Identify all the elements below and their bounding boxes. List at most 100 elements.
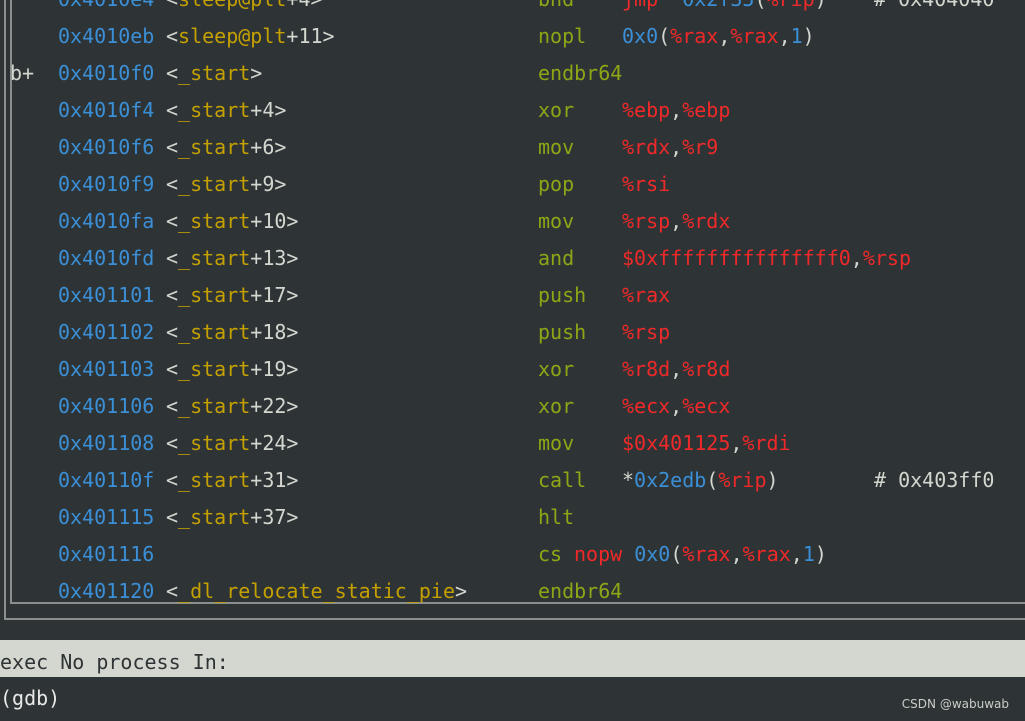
- operands: %rsi: [622, 166, 670, 203]
- symbol-offset: +13: [250, 246, 287, 270]
- symbol-label: <_start+17>: [166, 283, 299, 307]
- symbol-offset: +31: [250, 468, 287, 492]
- asm-row[interactable]: 0x4010f9 <_start+9> pop %rsi: [0, 166, 1025, 203]
- operand-token: [622, 542, 634, 566]
- symbol-label: <_start+9>: [166, 172, 287, 196]
- instruction-address: 0x401120: [58, 579, 155, 603]
- symbol-name: sleep@plt: [178, 0, 286, 11]
- operand-token: %ebp: [682, 98, 731, 122]
- asm-row[interactable]: 0x4010fa <_start+10> mov %rsp,%rdx: [0, 203, 1025, 240]
- operand-token: $0x401125: [622, 431, 731, 455]
- operand-token: %rax: [742, 542, 791, 566]
- operand-token: (: [658, 24, 671, 48]
- operand-token: %r8d: [682, 357, 731, 381]
- symbol-label: <_start>: [166, 61, 263, 85]
- instruction-address: 0x401116: [58, 542, 155, 566]
- symbol-name: _start: [178, 135, 251, 159]
- symbol-offset: +18: [250, 320, 287, 344]
- instruction-address: 0x401103: [58, 357, 155, 381]
- operands: $0xfffffffffffffff0,%rsp: [622, 240, 911, 277]
- asm-row[interactable]: 0x401116 cs nopw 0x0(%rax,%rax,1): [0, 536, 1025, 573]
- instruction-address: 0x401101: [58, 283, 155, 307]
- operand-token: ): [802, 24, 815, 48]
- operand-token: %rax: [730, 24, 779, 48]
- watermark: CSDN @wabuwab: [901, 697, 1009, 711]
- operand-token: ,: [670, 209, 683, 233]
- operands: 0x0(%rax,%rax,1): [622, 18, 815, 55]
- command-line[interactable]: (gdb): [0, 680, 1025, 717]
- symbol-offset: +4: [250, 98, 275, 122]
- status-bar: exec No process In:: [0, 640, 1025, 677]
- symbol-offset: +17: [250, 283, 287, 307]
- symbol-offset: +11: [286, 24, 323, 48]
- mnemonic: nopl: [538, 24, 587, 48]
- mnemonic: endbr64: [538, 61, 623, 85]
- mnemonic: pop: [538, 172, 575, 196]
- instruction-address: 0x401108: [58, 431, 155, 455]
- asm-row[interactable]: 0x4010f6 <_start+6> mov %rdx,%r9: [0, 129, 1025, 166]
- operand-token: %rsp: [622, 320, 671, 344]
- operand-token: jmp: [622, 0, 658, 11]
- operand-token: %ebp: [622, 98, 671, 122]
- instruction-address: 0x4010f6: [58, 135, 155, 159]
- instruction-address: 0x401102: [58, 320, 155, 344]
- symbol-label: <_start+19>: [166, 357, 299, 381]
- target-comment: # 0x404040: [874, 0, 994, 18]
- operand-token: ): [766, 468, 779, 492]
- asm-row[interactable]: 0x401108 <_start+24> mov $0x401125,%rdi: [0, 425, 1025, 462]
- symbol-label: <_start+6>: [166, 135, 287, 159]
- operands: %rdx,%r9: [622, 129, 718, 166]
- asm-row[interactable]: b+ 0x4010f0 <_start> endbr64: [0, 55, 1025, 92]
- asm-row[interactable]: 0x4010fd <_start+13> and $0xfffffffffffffff…: [0, 240, 1025, 277]
- symbol-label: <_start+31>: [166, 468, 299, 492]
- asm-row[interactable]: 0x4010f4 <_start+4> xor %ebp,%ebp: [0, 92, 1025, 129]
- symbol-name: _start: [178, 61, 251, 85]
- operand-token: (: [670, 542, 683, 566]
- instruction-address: 0x4010f9: [58, 172, 155, 196]
- asm-row[interactable]: 0x40110f <_start+31> call *0x2edb(%rip) # 0x…: [0, 462, 1025, 499]
- asm-row[interactable]: 0x4010e4 <sleep@plt+4> bnd jmp *0x2f35(%rip…: [0, 0, 1025, 18]
- symbol-offset: +24: [250, 431, 287, 455]
- symbol-label: <_start+22>: [166, 394, 299, 418]
- operand-token: %rsi: [622, 172, 671, 196]
- symbol-name: _start: [178, 98, 251, 122]
- mnemonic: mov: [538, 209, 575, 233]
- operands: $0x401125,%rdi: [622, 425, 791, 462]
- asm-row[interactable]: 0x401103 <_start+19> xor %r8d,%r8d: [0, 351, 1025, 388]
- asm-row[interactable]: 0x401115 <_start+37> hlt: [0, 499, 1025, 536]
- symbol-name: _start: [178, 283, 251, 307]
- operand-token: %rax: [670, 24, 719, 48]
- operand-token: (: [706, 468, 719, 492]
- symbol-offset: +4: [286, 0, 310, 11]
- instruction-address: 0x401106: [58, 394, 155, 418]
- operand-token: ,: [730, 542, 743, 566]
- symbol-name: _start: [178, 246, 251, 270]
- operand-token: ,: [790, 542, 803, 566]
- mnemonic: mov: [538, 431, 575, 455]
- operand-token: %rsp: [622, 209, 671, 233]
- operand-token: ,: [718, 24, 731, 48]
- operands: %ebp,%ebp: [622, 92, 730, 129]
- operand-token: ,: [670, 98, 683, 122]
- symbol-offset: +6: [250, 135, 275, 159]
- operand-token: 1: [790, 24, 803, 48]
- asm-row[interactable]: 0x401101 <_start+17> push %rax: [0, 277, 1025, 314]
- symbol-offset: +22: [250, 394, 287, 418]
- symbol-name: sleep@plt: [178, 24, 287, 48]
- operand-token: ,: [778, 24, 791, 48]
- asm-row[interactable]: 0x401120 <_dl_relocate_static_pie> endbr64: [0, 573, 1025, 610]
- mnemonic: and: [538, 246, 575, 270]
- instruction-address: 0x4010f0: [58, 61, 155, 85]
- instruction-address: 0x4010e4: [58, 0, 154, 18]
- symbol-offset: +19: [250, 357, 287, 381]
- mnemonic: mov: [538, 135, 575, 159]
- operands: %rsp,%rdx: [622, 203, 730, 240]
- symbol-label: <_start+18>: [166, 320, 299, 344]
- symbol-name: _start: [178, 505, 251, 529]
- operand-token: %rax: [682, 542, 731, 566]
- operand-token: %rdx: [682, 209, 731, 233]
- asm-row[interactable]: 0x401106 <_start+22> xor %ecx,%ecx: [0, 388, 1025, 425]
- operand-token: *: [622, 468, 635, 492]
- asm-row[interactable]: 0x4010eb <sleep@plt+11> nopl 0x0(%rax,%rax,…: [0, 18, 1025, 55]
- asm-row[interactable]: 0x401102 <_start+18> push %rsp: [0, 314, 1025, 351]
